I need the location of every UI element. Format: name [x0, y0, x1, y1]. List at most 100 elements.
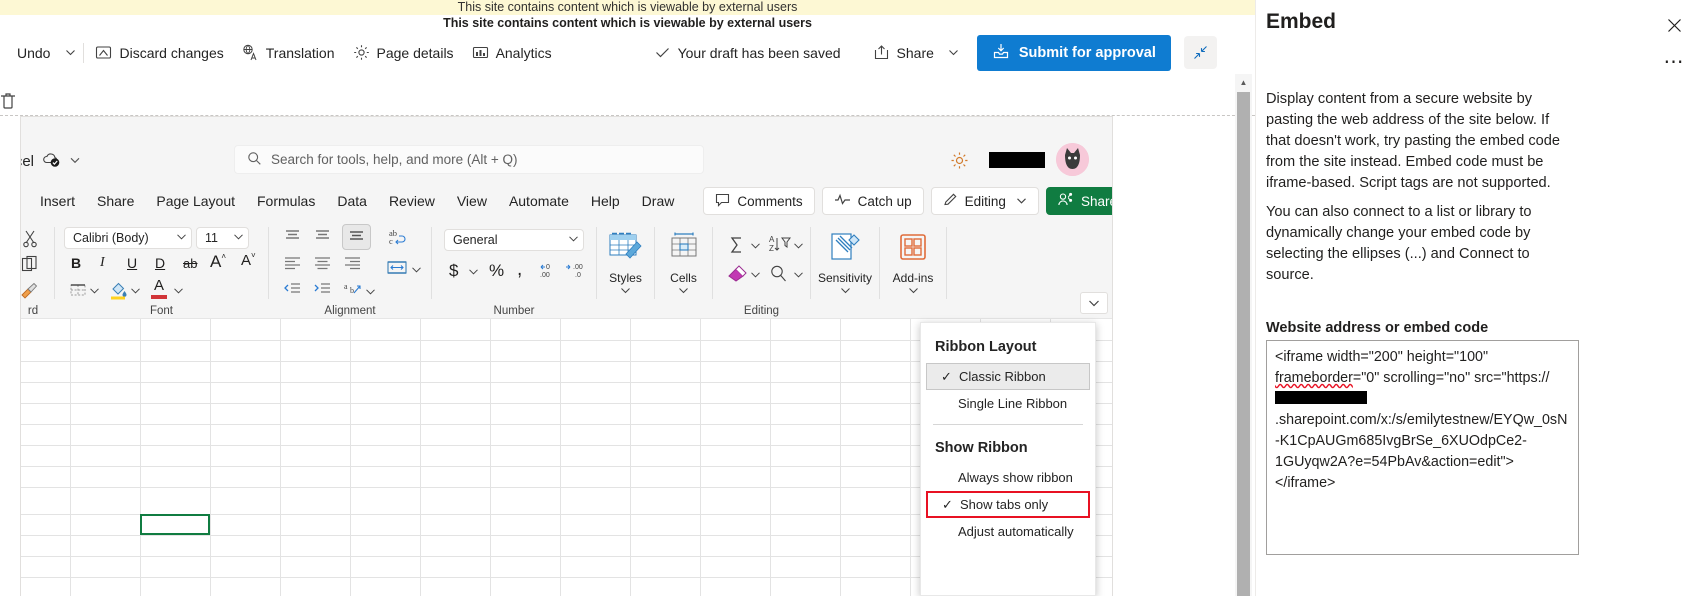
tab-formulas[interactable]: Formulas: [246, 186, 326, 216]
find-chevron-down-icon[interactable]: [793, 269, 804, 280]
analytics-button[interactable]: Analytics: [463, 37, 561, 69]
selected-cell[interactable]: [140, 514, 210, 535]
excel-search-box[interactable]: Search for tools, help, and more (Alt + …: [234, 145, 704, 174]
tab-view[interactable]: View: [446, 186, 498, 216]
discard-changes-button[interactable]: Discard changes: [86, 37, 232, 69]
clear-button[interactable]: [726, 265, 747, 283]
addins-button[interactable]: Add-ins: [880, 231, 946, 297]
delete-webpart-button[interactable]: [0, 90, 19, 112]
styles-button[interactable]: Styles: [597, 231, 654, 297]
sensitivity-button[interactable]: Sensitivity: [811, 231, 879, 297]
orientation-chevron-down-icon[interactable]: [365, 286, 376, 297]
scroll-up-arrow-icon[interactable]: ▲: [1235, 74, 1252, 90]
embed-code-textarea[interactable]: <iframe width="200" height="100" framebo…: [1266, 340, 1579, 555]
excel-settings-gear-icon[interactable]: [950, 151, 969, 175]
menu-item-classic-ribbon[interactable]: ✓ Classic Ribbon: [926, 363, 1090, 390]
increase-indent-button[interactable]: [313, 282, 332, 297]
autosum-chevron-down-icon[interactable]: [750, 240, 761, 251]
menu-item-adjust-automatically[interactable]: Adjust automatically: [926, 518, 1090, 545]
menu-item-always-show-ribbon[interactable]: Always show ribbon: [926, 464, 1090, 491]
excel-file-chevron-icon[interactable]: [69, 153, 81, 170]
clear-chevron-down-icon[interactable]: [750, 269, 761, 280]
decrease-indent-button[interactable]: [283, 282, 302, 297]
editing-mode-button[interactable]: Editing: [930, 187, 1039, 215]
tab-automate[interactable]: Automate: [498, 186, 580, 216]
merge-chevron-down-icon[interactable]: [411, 264, 422, 275]
page-details-button[interactable]: Page details: [344, 37, 463, 69]
tab-share[interactable]: Share: [86, 186, 145, 216]
font-color-chevron-down-icon[interactable]: [173, 285, 184, 296]
avatar[interactable]: [1056, 143, 1089, 176]
borders-button[interactable]: [69, 281, 87, 299]
wrap-text-button[interactable]: ab c: [386, 227, 408, 249]
submit-for-approval-button[interactable]: Submit for approval: [976, 34, 1171, 71]
tab-data[interactable]: Data: [326, 186, 378, 216]
styles-chevron-down-icon[interactable]: [620, 286, 631, 297]
number-format-dropdown[interactable]: General: [444, 229, 584, 251]
comma-format-button[interactable]: ,: [517, 259, 522, 281]
undo-dropdown-chevron-icon[interactable]: [59, 37, 81, 69]
menu-item-single-line-ribbon[interactable]: Single Line Ribbon: [926, 390, 1090, 417]
menu-item-show-tabs-only[interactable]: ✓ Show tabs only: [926, 491, 1090, 518]
align-top-button[interactable]: [283, 228, 302, 244]
excel-share-button[interactable]: Share: [1045, 187, 1112, 215]
page-scrollbar[interactable]: ▲: [1235, 74, 1252, 596]
sensitivity-chevron-down-icon[interactable]: [840, 286, 851, 297]
grow-font-button[interactable]: A ˄: [210, 252, 226, 272]
bold-button[interactable]: B: [71, 255, 81, 271]
ribbon-group-alignment: ab ab c Alignment: [269, 219, 431, 319]
strikethrough-button[interactable]: ab: [183, 256, 197, 271]
sort-filter-button[interactable]: AZ: [769, 234, 791, 254]
font-size-dropdown[interactable]: 11: [196, 227, 249, 249]
tab-insert[interactable]: Insert: [29, 186, 86, 216]
tab-review[interactable]: Review: [378, 186, 446, 216]
collapse-panel-button[interactable]: [1183, 36, 1217, 69]
check-icon: ✓: [941, 368, 952, 384]
italic-button[interactable]: I: [100, 255, 105, 271]
format-painter-button[interactable]: [21, 281, 39, 301]
increase-decimal-button[interactable]: .00.0: [565, 262, 586, 280]
align-left-button[interactable]: [283, 256, 302, 271]
tab-page-layout[interactable]: Page Layout: [145, 186, 246, 216]
translation-button[interactable]: Translation: [233, 37, 344, 69]
copy-button[interactable]: [21, 255, 40, 274]
shrink-font-button[interactable]: A ˅: [241, 251, 256, 269]
find-search-icon[interactable]: [769, 264, 788, 283]
align-bottom-button[interactable]: [342, 224, 371, 250]
ribbon-display-options-button[interactable]: [1080, 292, 1108, 314]
merge-cells-button[interactable]: [386, 259, 408, 277]
align-center-button[interactable]: [313, 256, 332, 271]
underline-button[interactable]: U: [127, 255, 137, 271]
redacted-user-name: [989, 152, 1045, 168]
addins-chevron-down-icon[interactable]: [908, 286, 919, 297]
cut-button[interactable]: [21, 229, 40, 248]
share-button[interactable]: Share: [864, 37, 943, 69]
currency-format-button[interactable]: $: [449, 261, 458, 281]
close-icon[interactable]: [1659, 10, 1689, 40]
cells-button[interactable]: Cells: [655, 231, 712, 297]
undo-button[interactable]: Undo: [8, 37, 59, 69]
double-underline-button[interactable]: D: [155, 255, 165, 271]
borders-chevron-down-icon[interactable]: [89, 285, 100, 296]
tab-help[interactable]: Help: [580, 186, 631, 216]
comments-button[interactable]: Comments: [703, 187, 815, 215]
currency-chevron-down-icon[interactable]: [468, 266, 479, 277]
font-name-dropdown[interactable]: Calibri (Body): [64, 227, 192, 249]
autosum-button[interactable]: [727, 235, 747, 255]
fill-color-chevron-down-icon[interactable]: [130, 285, 141, 296]
align-middle-button[interactable]: [313, 228, 332, 244]
orientation-button[interactable]: ab: [343, 281, 363, 298]
sort-filter-chevron-down-icon[interactable]: [793, 240, 804, 251]
catch-up-button[interactable]: Catch up: [821, 187, 924, 215]
share-dropdown-chevron-icon[interactable]: [943, 37, 965, 69]
font-color-button[interactable]: A: [151, 278, 167, 299]
cells-chevron-down-icon[interactable]: [678, 286, 689, 297]
tab-draw[interactable]: Draw: [631, 186, 686, 216]
decrease-decimal-button[interactable]: 0.00: [537, 262, 558, 280]
excel-file-name[interactable]: excel: [21, 150, 81, 173]
scrollbar-thumb[interactable]: [1237, 92, 1250, 596]
fill-color-button[interactable]: [109, 280, 127, 300]
align-right-button[interactable]: [343, 256, 362, 271]
ellipsis-icon[interactable]: ⋯: [1659, 48, 1689, 74]
percent-format-button[interactable]: %: [489, 261, 504, 281]
